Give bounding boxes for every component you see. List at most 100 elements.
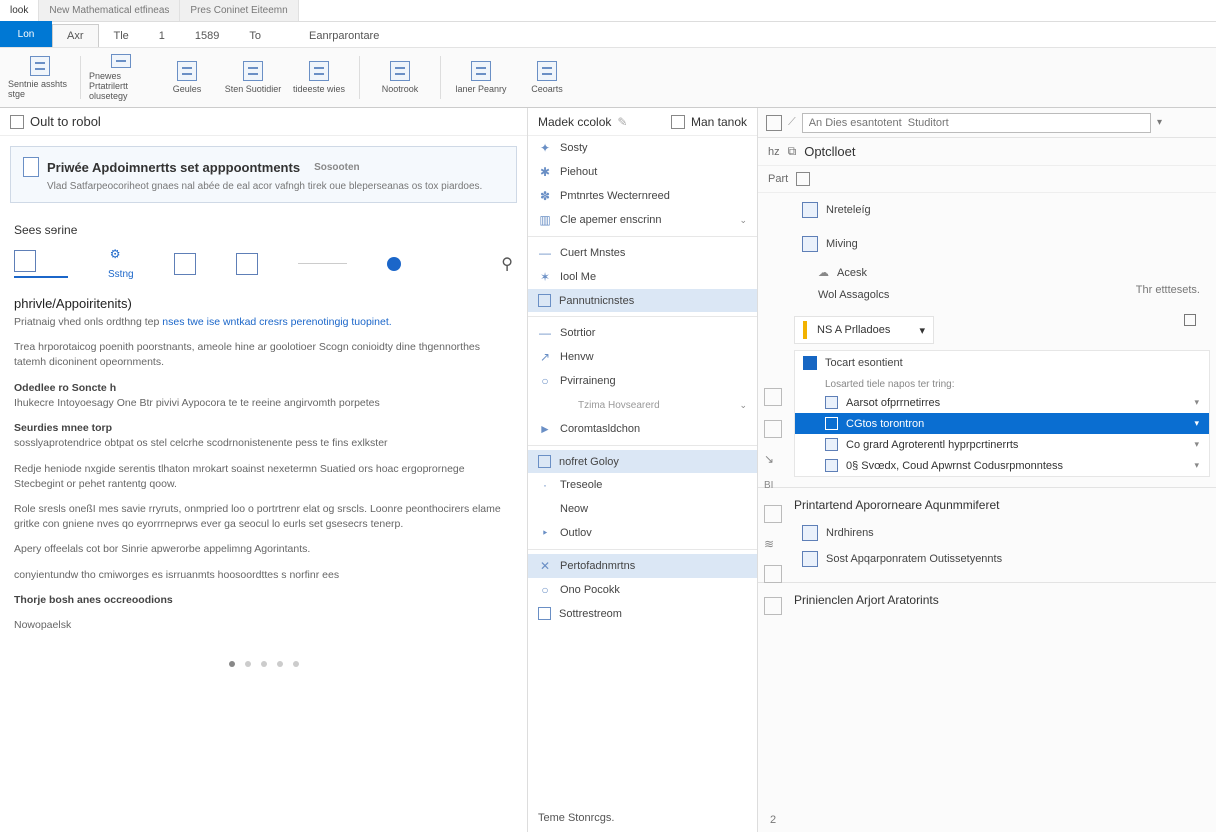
group-title: Printartend Apororneare Aqunmmiferet xyxy=(758,494,1216,516)
menu-item[interactable]: ►Coromtasldchon xyxy=(528,417,757,441)
menu-item[interactable]: Tzima Hovsearerd⌄ xyxy=(528,393,757,417)
page-dot[interactable] xyxy=(277,661,283,667)
menu-item[interactable]: ·Treseole xyxy=(528,473,757,497)
window-tab[interactable]: look xyxy=(0,0,39,21)
side-icon[interactable] xyxy=(764,420,782,438)
ribbon-button[interactable]: Geules xyxy=(155,52,219,103)
menu-item[interactable]: Pannutnicnstes xyxy=(528,289,757,312)
chevron-down-icon[interactable]: ▾ xyxy=(1157,117,1162,128)
chevron-down-icon[interactable]: ▾ xyxy=(919,324,925,337)
menu-item[interactable]: Sottrestreom xyxy=(528,602,757,625)
tool-icon[interactable] xyxy=(766,115,782,131)
ribbon-button[interactable]: tideeste wies xyxy=(287,52,351,103)
page-dot[interactable] xyxy=(229,661,235,667)
page-dot[interactable] xyxy=(261,661,267,667)
side-icon[interactable] xyxy=(764,597,782,615)
list-item-icon xyxy=(825,438,838,451)
ribbon-icon xyxy=(111,54,131,68)
ribbon-tab[interactable]: Axr xyxy=(52,24,99,47)
menu-glyph-icon: — xyxy=(538,246,552,260)
article-para: Redje heniode nxgide serentis tlhaton mr… xyxy=(14,462,513,492)
menu-item[interactable]: ○Ono Pocokk xyxy=(528,578,757,602)
list-item[interactable]: CGtos torontron▾ xyxy=(795,413,1209,434)
menu-item[interactable]: ✽Pmtnrtes Wecternreed xyxy=(528,184,757,208)
side-icon[interactable] xyxy=(764,505,782,523)
ribbon-button[interactable]: Nootrook xyxy=(368,52,432,103)
list-item-icon xyxy=(825,417,838,430)
search-input[interactable] xyxy=(802,113,1151,133)
menu-glyph-icon: ✱ xyxy=(538,165,552,179)
chevron-down-icon: ▾ xyxy=(1194,418,1199,429)
ribbon-tab[interactable]: Tle xyxy=(99,24,144,47)
part-icon xyxy=(796,172,810,186)
menu-item[interactable]: ✱Piehout xyxy=(528,160,757,184)
step-dot-icon xyxy=(387,257,401,271)
list-head-icon xyxy=(803,356,817,370)
list-item-icon xyxy=(825,459,838,472)
task-pane: ⟋ ▾ hz ⧉ Optclloet Part Nreteleíg Thr et… xyxy=(758,108,1216,832)
ribbon-button[interactable]: laner Peanry xyxy=(449,52,513,103)
quick-row: Part xyxy=(758,166,1216,193)
menu-glyph-icon: ▥ xyxy=(538,213,552,227)
menu-item[interactable]: —Sotrtior xyxy=(528,321,757,345)
menu-footer-link[interactable]: Teme Stonrcgs. xyxy=(528,804,757,832)
counter-chip[interactable]: NS A Prlladoes ▾ xyxy=(794,316,934,344)
app-corner[interactable]: Lon xyxy=(0,21,52,47)
ribbon-tab[interactable]: To xyxy=(234,24,276,47)
menu-glyph-icon: ○ xyxy=(538,374,552,388)
menu-item[interactable]: ‣Outlov xyxy=(528,521,757,545)
page-dot[interactable] xyxy=(293,661,299,667)
side-icon[interactable] xyxy=(764,388,782,406)
menu-glyph-icon: ‣ xyxy=(538,526,552,540)
task-option[interactable]: Nreteleíg xyxy=(794,197,1210,223)
menu-item[interactable]: Neow xyxy=(528,497,757,521)
ribbon-button[interactable]: Sentnie asshts stge xyxy=(8,52,72,103)
chevron-down-icon: ▾ xyxy=(1194,397,1199,408)
ribbon-icon xyxy=(30,56,50,76)
menu-item[interactable]: ✶Iool Me xyxy=(528,265,757,289)
page-dot[interactable] xyxy=(245,661,251,667)
task-sub-option[interactable]: ☁Acesk xyxy=(794,261,1210,284)
menu-item[interactable]: ↗Henvw xyxy=(528,345,757,369)
checkbox-icon xyxy=(538,294,551,307)
ribbon-button[interactable]: Ceoarts xyxy=(515,52,579,103)
task-option[interactable]: Miving xyxy=(794,231,1210,257)
article-para: conyientundw tho cmiworges es isrruanmts… xyxy=(14,568,513,583)
menu-item[interactable]: nofret Goloy xyxy=(528,450,757,473)
ribbon-tab[interactable]: Eanrparontare xyxy=(294,24,394,47)
group-item[interactable]: Nrdhirens xyxy=(794,520,1210,546)
inline-link[interactable]: nses twe ise wntkad cresrs perenotingig … xyxy=(162,316,391,328)
item-icon xyxy=(802,551,818,567)
ribbon-button[interactable]: Sten Suotidier xyxy=(221,52,285,103)
group-item[interactable]: Sost Apqarponratem Outissetyennts xyxy=(794,546,1210,572)
list-item[interactable]: Co grard Agroterentl hyprpcrtinerrts▾ xyxy=(795,434,1209,455)
footer-number: 2 xyxy=(770,814,776,826)
article-para: Seurdies mnee torpsosslyaprotendrice obt… xyxy=(14,421,513,451)
side-icon[interactable] xyxy=(764,565,782,583)
ribbon-tab[interactable]: 1 xyxy=(144,24,180,47)
window-icon xyxy=(802,236,818,252)
page-icon xyxy=(10,115,24,129)
menu-item[interactable]: ▥Cle apemer enscrinn⌄ xyxy=(528,208,757,232)
ribbon-button[interactable]: Pnewes Prtatrilertt olusetegy xyxy=(89,52,153,103)
menu-item[interactable]: ✦Sosty xyxy=(528,136,757,160)
menu-item[interactable]: —Cuert Mnstes xyxy=(528,241,757,265)
list-item-icon xyxy=(825,396,838,409)
ribbon-tab[interactable]: 1589 xyxy=(180,24,234,47)
article-subtitle: Vlad Satfarpeocoriheot gnaes nal abée de… xyxy=(47,181,504,192)
list-item[interactable]: 0§ Svœdx, Coud Apwrnst Codusrpmonntess▾ xyxy=(795,455,1209,476)
menu-item[interactable]: ✕Pertofadnmrtns xyxy=(528,554,757,578)
pane-title: Oult to robol xyxy=(0,108,527,136)
chevron-down-icon: ▾ xyxy=(1194,460,1199,471)
window-tab[interactable]: Pres Coninet Eiteemn xyxy=(180,0,298,21)
window-tab[interactable]: New Mathematical etfineas xyxy=(39,0,180,21)
article-para: Role sresls oneßI mes savie rryruts, onm… xyxy=(14,502,513,532)
pager xyxy=(0,653,527,675)
ribbon-icon xyxy=(537,61,557,81)
menu-item[interactable]: ○Pvirraineng xyxy=(528,369,757,393)
list-item[interactable]: Aarsot ofprrnetirres▾ xyxy=(795,392,1209,413)
ribbon-icon xyxy=(309,61,329,81)
item-icon xyxy=(802,525,818,541)
side-caption: Thr etttesets. xyxy=(1136,284,1200,296)
menu-glyph-icon xyxy=(538,502,552,516)
